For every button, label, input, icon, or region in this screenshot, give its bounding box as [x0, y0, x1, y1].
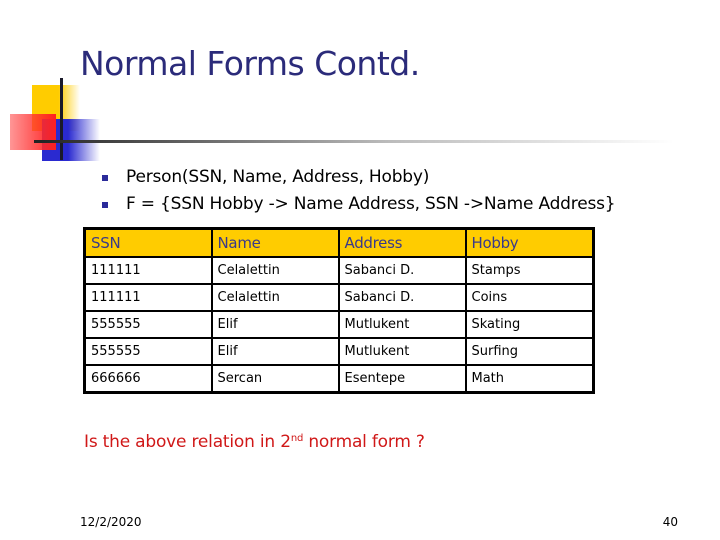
- table-cell: Surfing: [464, 337, 595, 366]
- table-cell: Esentepe: [337, 364, 467, 394]
- bullet-text: Person(SSN, Name, Address, Hobby): [126, 167, 430, 187]
- table-cell: 666666: [83, 364, 213, 394]
- table-cell: Elif: [210, 337, 340, 366]
- bullet-list: Person(SSN, Name, Address, Hobby) F = {S…: [102, 164, 616, 218]
- table-cell: 111111: [83, 283, 213, 312]
- table-row: 666666 Sercan Esentepe Math: [83, 364, 595, 394]
- column-header: Hobby: [464, 227, 595, 258]
- decor-red-square: [10, 114, 56, 150]
- table-header-row: SSN Name Address Hobby: [83, 227, 595, 258]
- table-cell: Celalettin: [210, 256, 340, 285]
- bullet-item: Person(SSN, Name, Address, Hobby): [102, 164, 615, 191]
- column-header: SSN: [83, 227, 213, 258]
- table-cell: 555555: [83, 337, 213, 366]
- question-superscript: nd: [290, 433, 304, 444]
- table-cell: Elif: [210, 310, 340, 339]
- table-cell: 555555: [83, 310, 213, 339]
- square-bullet-icon: [102, 175, 108, 181]
- table-cell: Sabanci D.: [337, 256, 467, 285]
- table-cell: Celalettin: [210, 283, 340, 312]
- table-cell: Coins: [464, 283, 595, 312]
- table-cell: Mutlukent: [337, 310, 467, 339]
- bullet-item: F = {SSN Hobby -> Name Address, SSN ->Na…: [102, 191, 616, 218]
- table-cell: Skating: [464, 310, 595, 339]
- table-cell: Math: [464, 364, 595, 394]
- slide-title: Normal Forms Contd.: [80, 44, 420, 83]
- question-before: Is the above relation in 2: [84, 432, 291, 452]
- table-cell: Sabanci D.: [337, 283, 467, 312]
- relation-table: SSN Name Address Hobby 111111 Celalettin…: [83, 227, 595, 394]
- square-bullet-icon: [102, 202, 108, 208]
- decor-vertical-line: [60, 78, 63, 160]
- question-after: normal form ?: [303, 432, 425, 452]
- question-text: Is the above relation in 2nd normal form…: [84, 432, 425, 452]
- table-row: 555555 Elif Mutlukent Skating: [83, 310, 595, 339]
- bullet-text: F = {SSN Hobby -> Name Address, SSN ->Na…: [126, 194, 616, 214]
- table-row: 555555 Elif Mutlukent Surfing: [83, 337, 595, 366]
- column-header: Name: [210, 227, 340, 258]
- table-row: 111111 Celalettin Sabanci D. Coins: [83, 283, 595, 312]
- table-row: 111111 Celalettin Sabanci D. Stamps: [83, 256, 595, 285]
- table-cell: Stamps: [464, 256, 595, 285]
- page-number: 40: [662, 515, 678, 529]
- column-header: Address: [337, 227, 467, 258]
- table-cell: 111111: [83, 256, 213, 285]
- footer-date: 12/2/2020: [80, 515, 142, 529]
- table-cell: Sercan: [210, 364, 340, 394]
- table-cell: Mutlukent: [337, 337, 467, 366]
- title-underline: [34, 140, 674, 143]
